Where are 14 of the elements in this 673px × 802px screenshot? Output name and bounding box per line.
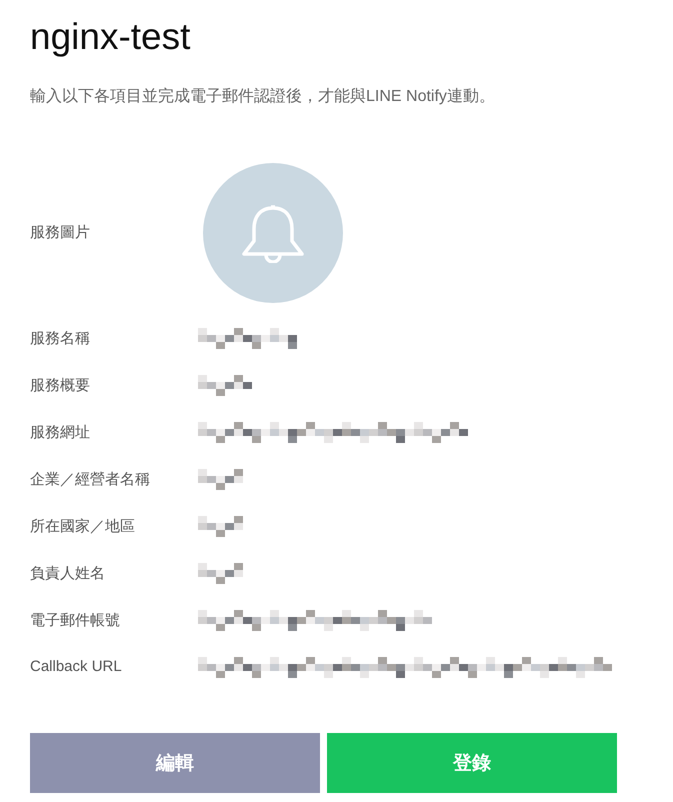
description-text: 輸入以下各項目並完成電子郵件認證後，才能與LINE Notify連動。 <box>30 86 495 107</box>
field-label: 所在國家／地區 <box>30 518 135 534</box>
field-label: 服務名稱 <box>30 330 90 346</box>
edit-button[interactable]: 編輯 <box>30 733 320 793</box>
page-title: nginx-test <box>30 15 190 59</box>
field-label: 電子郵件帳號 <box>30 612 120 628</box>
field-label: 企業／經營者名稱 <box>30 470 150 488</box>
field-label: 負責人姓名 <box>30 564 105 582</box>
bell-icon <box>240 203 306 263</box>
field-label: Callback URL <box>30 658 122 675</box>
field-label: 服務概要 <box>30 376 90 394</box>
field-label: 服務圖片 <box>30 223 91 243</box>
field-label: 服務網址 <box>30 424 90 440</box>
register-button[interactable]: 登錄 <box>327 733 617 793</box>
